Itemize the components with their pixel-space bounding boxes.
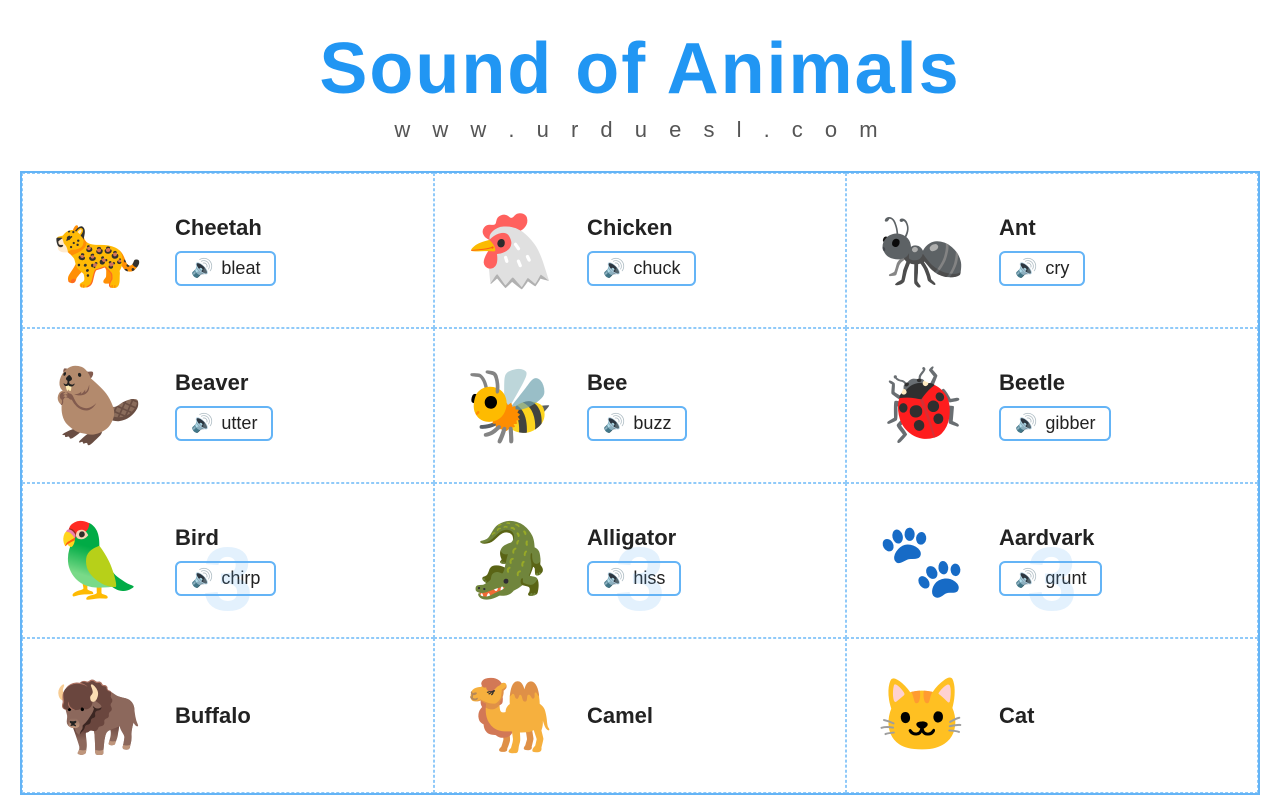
animal-cell-camel: 🐫 Camel	[434, 638, 846, 793]
sound-text-cheetah: bleat	[221, 258, 260, 279]
main-title: Sound of Animals	[0, 30, 1280, 109]
sound-text-alligator: hiss	[633, 568, 665, 589]
sound-badge-beaver[interactable]: 🔊 utter	[175, 406, 273, 441]
animal-emoji-buffalo: 🦬	[43, 661, 153, 771]
animal-image-bee: 🐝	[445, 351, 575, 461]
animal-emoji-beetle: 🐞	[867, 351, 977, 461]
animal-image-chicken: 🐔	[445, 196, 575, 306]
animal-name-beaver: Beaver	[175, 370, 419, 396]
animal-image-ant: 🐜	[857, 196, 987, 306]
sound-icon-beetle: 🔊	[1015, 413, 1037, 434]
sound-icon-bird: 🔊	[191, 568, 213, 589]
sound-text-ant: cry	[1045, 258, 1069, 279]
animal-info-beetle: Beetle 🔊 gibber	[999, 370, 1243, 441]
animal-emoji-ant: 🐜	[867, 196, 977, 306]
animal-info-ant: Ant 🔊 cry	[999, 215, 1243, 286]
animal-image-bird: 🦜	[33, 506, 163, 616]
sound-badge-ant[interactable]: 🔊 cry	[999, 251, 1085, 286]
sound-icon-beaver: 🔊	[191, 413, 213, 434]
animal-name-beetle: Beetle	[999, 370, 1243, 396]
animal-emoji-bee: 🐝	[455, 351, 565, 461]
animal-image-cheetah: 🐆	[33, 196, 163, 306]
animal-info-aardvark: Aardvark 🔊 grunt	[999, 525, 1243, 596]
animal-info-cheetah: Cheetah 🔊 bleat	[175, 215, 419, 286]
page-header: Sound of Animals w w w . u r d u e s l .…	[0, 0, 1280, 153]
animal-name-alligator: Alligator	[587, 525, 831, 551]
animal-cell-bee: 🐝 Bee 🔊 buzz	[434, 328, 846, 483]
animal-info-cat: Cat	[999, 703, 1243, 729]
animal-name-aardvark: Aardvark	[999, 525, 1243, 551]
animals-grid: 🐆 Cheetah 🔊 bleat 🐔 Chicken 🔊 chuck 🐜 Ant 🔊 cry 🦫 Bea…	[20, 171, 1260, 795]
sound-text-aardvark: grunt	[1045, 568, 1086, 589]
sound-badge-aardvark[interactable]: 🔊 grunt	[999, 561, 1102, 596]
animal-info-beaver: Beaver 🔊 utter	[175, 370, 419, 441]
animal-name-camel: Camel	[587, 703, 831, 729]
animal-cell-chicken: 🐔 Chicken 🔊 chuck	[434, 173, 846, 328]
sound-icon-bee: 🔊	[603, 413, 625, 434]
animal-cell-beaver: 🦫 Beaver 🔊 utter	[22, 328, 434, 483]
animal-name-buffalo: Buffalo	[175, 703, 419, 729]
sound-text-chicken: chuck	[633, 258, 680, 279]
animal-info-bee: Bee 🔊 buzz	[587, 370, 831, 441]
animal-info-chicken: Chicken 🔊 chuck	[587, 215, 831, 286]
sound-icon-aardvark: 🔊	[1015, 568, 1037, 589]
animal-emoji-cat: 🐱	[867, 661, 977, 771]
animal-emoji-bird: 🦜	[43, 506, 153, 616]
animal-cell-aardvark: 🐾Aardvark🔊grunt3	[846, 483, 1258, 638]
animal-cell-alligator: 🐊Alligator🔊hiss3	[434, 483, 846, 638]
animal-info-buffalo: Buffalo	[175, 703, 419, 729]
animal-emoji-chicken: 🐔	[455, 196, 565, 306]
animal-info-bird: Bird 🔊 chirp	[175, 525, 419, 596]
sound-icon-chicken: 🔊	[603, 258, 625, 279]
animal-name-ant: Ant	[999, 215, 1243, 241]
sound-badge-cheetah[interactable]: 🔊 bleat	[175, 251, 276, 286]
sound-text-bee: buzz	[633, 413, 671, 434]
sound-badge-alligator[interactable]: 🔊 hiss	[587, 561, 681, 596]
sound-icon-ant: 🔊	[1015, 258, 1037, 279]
animal-name-cat: Cat	[999, 703, 1243, 729]
animal-info-camel: Camel	[587, 703, 831, 729]
animal-image-beaver: 🦫	[33, 351, 163, 461]
animal-cell-bird: 🦜Bird🔊chirp3	[22, 483, 434, 638]
animal-cell-cat: 🐱 Cat	[846, 638, 1258, 793]
animal-name-bird: Bird	[175, 525, 419, 551]
animal-image-buffalo: 🦬	[33, 661, 163, 771]
animal-emoji-cheetah: 🐆	[43, 196, 153, 306]
sound-text-beetle: gibber	[1045, 413, 1095, 434]
sound-icon-alligator: 🔊	[603, 568, 625, 589]
animal-emoji-alligator: 🐊	[455, 506, 565, 616]
animal-emoji-aardvark: 🐾	[867, 506, 977, 616]
sound-icon-cheetah: 🔊	[191, 258, 213, 279]
sound-badge-beetle[interactable]: 🔊 gibber	[999, 406, 1111, 441]
animal-name-bee: Bee	[587, 370, 831, 396]
sound-badge-bird[interactable]: 🔊 chirp	[175, 561, 276, 596]
animal-image-camel: 🐫	[445, 661, 575, 771]
website-subtitle: w w w . u r d u e s l . c o m	[0, 117, 1280, 143]
animal-image-aardvark: 🐾	[857, 506, 987, 616]
animal-image-cat: 🐱	[857, 661, 987, 771]
animal-cell-ant: 🐜 Ant 🔊 cry	[846, 173, 1258, 328]
animal-image-alligator: 🐊	[445, 506, 575, 616]
animal-emoji-camel: 🐫	[455, 661, 565, 771]
animal-name-chicken: Chicken	[587, 215, 831, 241]
animal-info-alligator: Alligator 🔊 hiss	[587, 525, 831, 596]
animal-cell-cheetah: 🐆 Cheetah 🔊 bleat	[22, 173, 434, 328]
animal-emoji-beaver: 🦫	[43, 351, 153, 461]
sound-text-beaver: utter	[221, 413, 257, 434]
animal-name-cheetah: Cheetah	[175, 215, 419, 241]
sound-badge-chicken[interactable]: 🔊 chuck	[587, 251, 696, 286]
sound-badge-bee[interactable]: 🔊 buzz	[587, 406, 687, 441]
animal-cell-beetle: 🐞 Beetle 🔊 gibber	[846, 328, 1258, 483]
sound-text-bird: chirp	[221, 568, 260, 589]
animal-cell-buffalo: 🦬 Buffalo	[22, 638, 434, 793]
animal-image-beetle: 🐞	[857, 351, 987, 461]
